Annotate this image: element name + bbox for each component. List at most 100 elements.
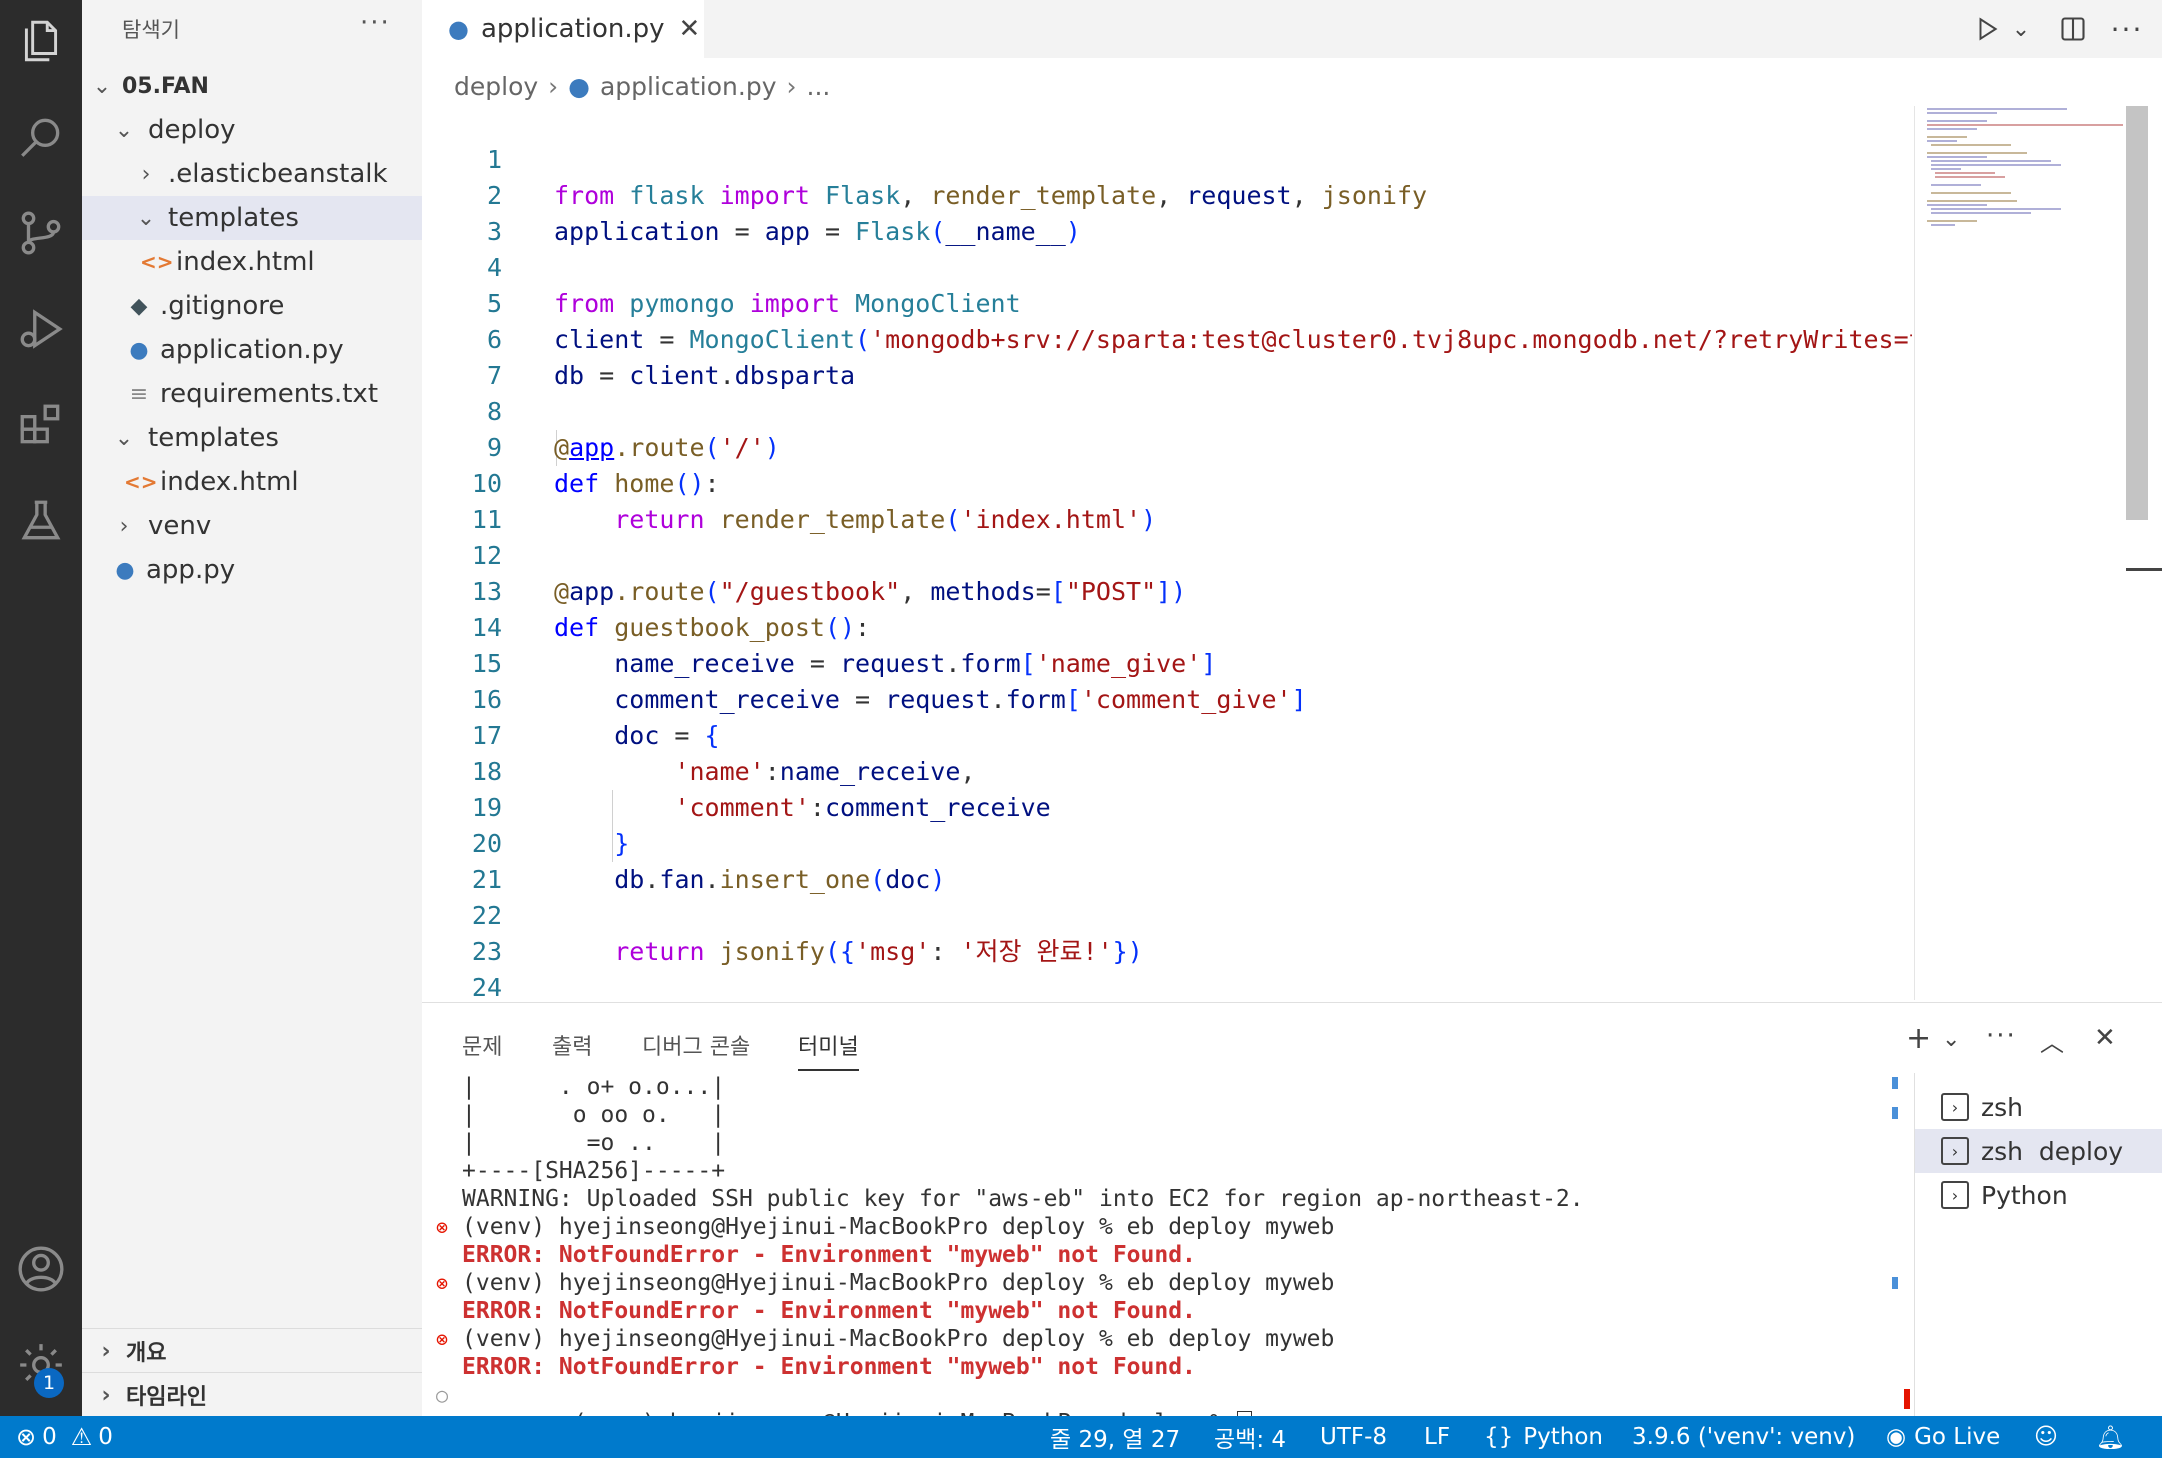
explorer-icon[interactable] (0, 0, 82, 82)
tree-file-gitignore[interactable]: ◆ .gitignore (82, 284, 422, 328)
terminal-error-line: ERROR: NotFoundError - Environment "mywe… (462, 1242, 1196, 1268)
command-failed-icon[interactable]: ⊗ (436, 1327, 448, 1351)
command-failed-icon[interactable]: ⊗ (436, 1215, 448, 1239)
tree-file-index-html[interactable]: <> index.html (82, 460, 422, 504)
extensions-icon[interactable] (0, 384, 82, 466)
code-line: 18 'comment':comment_receive (422, 718, 1912, 822)
terminal-line: | . o+ o.o...| (462, 1074, 726, 1100)
code-line: 23 (471, 937, 502, 966)
broadcast-icon: ◉ (1886, 1424, 1907, 1450)
terminal-icon: › (1941, 1181, 1969, 1209)
language-mode[interactable]: {} Python (1484, 1416, 1603, 1458)
search-icon[interactable] (0, 96, 82, 178)
html-file-icon: <> (124, 470, 158, 494)
close-tab-button[interactable]: ✕ (679, 14, 701, 44)
tab-application-py[interactable]: ● application.py ✕ (422, 0, 704, 58)
scrollbar-cursor-marker (2126, 568, 2162, 571)
tree-folder-deploy[interactable]: ⌄ deploy (82, 108, 422, 152)
terminal-line: +----[SHA256]-----+ (462, 1158, 726, 1184)
panel-more-button[interactable]: ··· (1986, 1021, 2017, 1051)
breadcrumb-more[interactable]: ... (807, 72, 831, 101)
explorer-more-button[interactable]: ··· (360, 8, 391, 38)
code-line: 21 (471, 865, 502, 894)
tab-problems[interactable]: 문제 (462, 1029, 502, 1061)
code-line: 8 @app.route('/') (422, 358, 1912, 462)
tree-file-requirements[interactable]: ≡ requirements.txt (82, 372, 422, 416)
terminal-scroll-marker (1892, 1277, 1898, 1289)
code-line: 3 (486, 217, 502, 246)
chevron-right-icon: › (786, 71, 797, 101)
tab-terminal[interactable]: 터미널 (798, 1029, 859, 1071)
code-line: 5 client = MongoClient('mongodb+srv://sp… (422, 250, 1912, 354)
timeline-section[interactable]: › 타임라인 (82, 1372, 422, 1417)
terminal-line: | =o .. | (462, 1130, 726, 1156)
code-line: 7 (486, 361, 502, 390)
command-failed-icon[interactable]: ⊗ (436, 1271, 448, 1295)
explorer-title: 탐색기 (122, 18, 180, 42)
vscode-window: 1 탐색기 ··· ⌄ 05.FAN ⌄ deploy › .elasticbe… (0, 0, 2162, 1458)
command-pending-icon[interactable]: ○ (436, 1383, 448, 1407)
tree-folder-templates[interactable]: ⌄ templates (82, 416, 422, 460)
terminal-prompt-line[interactable]: (venv) hyejinseong@Hyejinui-MacBookPro d… (462, 1381, 1253, 1437)
chevron-down-icon: ⌄ (136, 205, 156, 231)
code-line: 6 db = client.dbsparta (422, 286, 1912, 390)
breadcrumb-file[interactable]: application.py (600, 72, 777, 101)
terminal-item-python[interactable]: › Python (1915, 1173, 2162, 1217)
settings-update-badge: 1 (34, 1368, 64, 1398)
code-line: 20 db.fan.insert_one(doc) (422, 790, 1912, 894)
terminal-output[interactable]: | . o+ o.o...| | o oo o. | | =o .. | +--… (436, 1073, 1902, 1437)
activity-bar: 1 (0, 0, 82, 1416)
cursor-position[interactable]: 줄 29, 열 27 (1050, 1416, 1180, 1458)
outline-section[interactable]: › 개요 (82, 1328, 422, 1373)
testing-icon[interactable] (0, 480, 82, 562)
terminal-line: | o oo o. | (462, 1102, 726, 1128)
code-line: 9 def home(): (422, 394, 1912, 498)
code-line: 1 from flask import Flask, render_templa… (422, 106, 1912, 210)
terminal-scroll-marker (1892, 1107, 1898, 1119)
maximize-panel-chevron-up-icon[interactable]: ︿ (2040, 1023, 2064, 1058)
encoding-setting[interactable]: UTF-8 (1320, 1416, 1387, 1458)
tree-folder-elasticbeanstalk[interactable]: › .elasticbeanstalk (82, 152, 422, 196)
minimap[interactable] (1914, 106, 2127, 1000)
breadcrumb-folder[interactable]: deploy (454, 72, 538, 101)
workspace-root[interactable]: ⌄ 05.FAN (82, 64, 422, 108)
indentation-setting[interactable]: 공백: 4 (1214, 1416, 1286, 1458)
terminal-item-zsh[interactable]: › zsh (1915, 1085, 2162, 1129)
tree-file-app-py[interactable]: ● app.py (82, 548, 422, 592)
code-line: 12 @app.route("/guestbook", methods=["PO… (422, 502, 1912, 606)
python-file-icon: ● (115, 557, 135, 583)
terminal-profile-chevron-icon[interactable]: ⌄ (1942, 1027, 1960, 1052)
account-icon[interactable] (0, 1228, 82, 1310)
chevron-down-icon: ⌄ (114, 117, 134, 143)
source-control-icon[interactable] (0, 192, 82, 274)
run-file-button[interactable] (1962, 8, 2012, 50)
code-line: 4 from pymongo import MongoClient (422, 214, 1912, 318)
run-options-chevron-icon[interactable]: ⌄ (2006, 8, 2036, 50)
python-interpreter[interactable]: 3.9.6 ('venv': venv) (1632, 1416, 1855, 1458)
editor-scrollbar[interactable] (2126, 106, 2148, 520)
new-terminal-plus-icon[interactable]: + (1906, 1021, 1931, 1056)
end-of-line-setting[interactable]: LF (1424, 1416, 1450, 1458)
problems-indicator[interactable]: ⊗ 0 ⚠ 0 (16, 1416, 113, 1458)
tree-folder-venv[interactable]: › venv (82, 504, 422, 548)
code-editor[interactable]: 1 from flask import Flask, render_templa… (422, 106, 1912, 1000)
notifications-bell-icon[interactable]: 🔔︎ (2096, 1416, 2125, 1458)
tab-output[interactable]: 출력 (552, 1029, 592, 1061)
feedback-icon[interactable]: ☺ (2034, 1416, 2058, 1458)
terminal-item-zsh-deploy[interactable]: › zsh deploy (1915, 1129, 2162, 1173)
close-panel-icon[interactable]: ✕ (2094, 1023, 2116, 1053)
code-line: 16 doc = { (422, 646, 1912, 750)
split-editor-button[interactable] (2048, 8, 2098, 50)
code-line: 10 return render_template('index.html') (422, 430, 1912, 534)
run-debug-icon[interactable] (0, 288, 82, 370)
go-live-button[interactable]: ◉ Go Live (1886, 1416, 2000, 1458)
terminal-scroll-marker (1892, 1077, 1898, 1089)
editor-more-button[interactable]: ··· (2102, 8, 2152, 50)
tree-file-application-py[interactable]: ● application.py (82, 328, 422, 372)
tree-file-index-html-deploy[interactable]: <> index.html (82, 240, 422, 284)
tree-folder-templates-deploy[interactable]: ⌄ templates (82, 196, 422, 240)
tab-debug-console[interactable]: 디버그 콘솔 (642, 1029, 750, 1061)
code-line: 2 application = app = Flask(__name__) (422, 142, 1912, 246)
braces-icon: {} (1484, 1424, 1514, 1450)
python-file-icon: ● (568, 71, 590, 101)
